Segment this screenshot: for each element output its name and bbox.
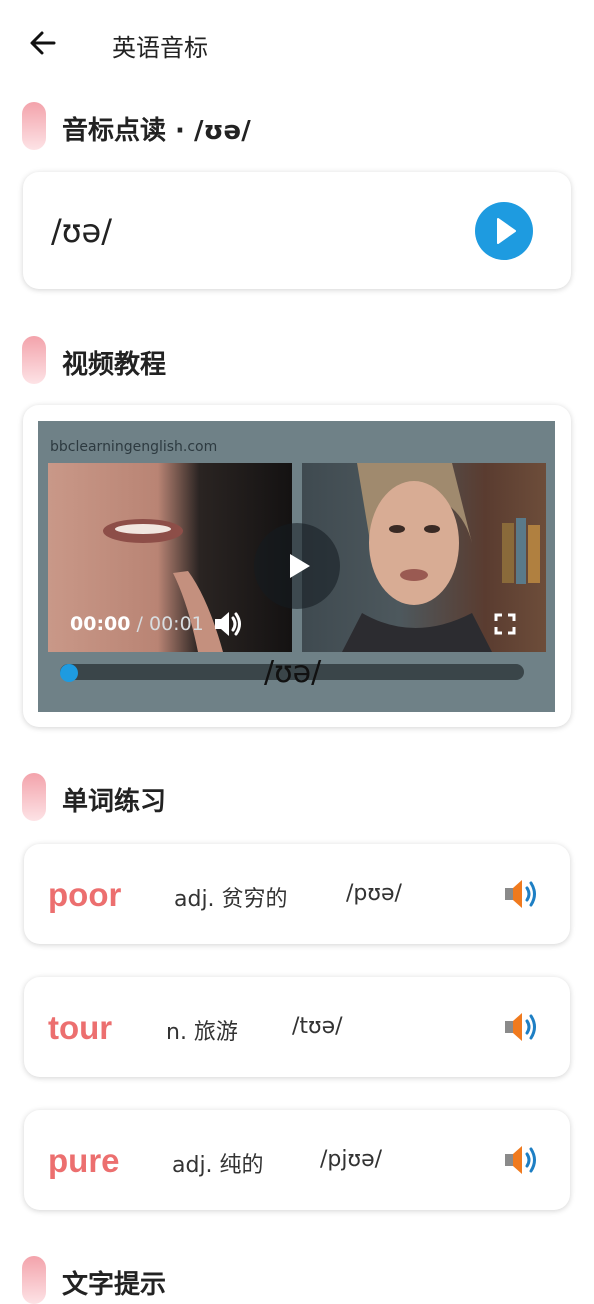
word-card[interactable]: poor adj. 贫穷的 /pʊə/ xyxy=(24,844,570,944)
word-text: tour xyxy=(48,1009,113,1046)
speaker-icon[interactable] xyxy=(502,876,542,912)
section-marker xyxy=(22,336,46,384)
word-text: poor xyxy=(48,876,122,913)
word-definition: adj. 纯的 xyxy=(172,1153,264,1178)
section-title-tips: 文字提示 xyxy=(62,1270,167,1300)
word-text: pure xyxy=(48,1142,120,1179)
fullscreen-icon[interactable] xyxy=(494,613,516,635)
play-symbol-button[interactable] xyxy=(475,202,533,260)
video-watermark: bbclearningenglish.com xyxy=(50,439,218,455)
speaker-icon[interactable] xyxy=(502,1142,542,1178)
section-marker xyxy=(22,1256,46,1304)
section-title-words: 单词练习 xyxy=(62,787,167,817)
section-title-symbol: 音标点读 · /ʊə/ xyxy=(62,116,251,146)
page-title: 英语音标 xyxy=(112,34,208,62)
video-time: 00:00 / 00:01 xyxy=(70,613,204,635)
play-icon xyxy=(290,554,310,578)
video-progress-knob[interactable] xyxy=(60,664,78,682)
speaker-icon[interactable] xyxy=(502,1009,542,1045)
symbol-card: /ʊə/ xyxy=(23,172,571,289)
symbol-text: /ʊə/ xyxy=(51,212,113,250)
section-marker xyxy=(22,102,46,150)
word-card[interactable]: pure adj. 纯的 /pjʊə/ xyxy=(24,1110,570,1210)
play-icon xyxy=(497,218,516,244)
word-definition: adj. 贫穷的 xyxy=(174,887,288,912)
word-phonetic: /pʊə/ xyxy=(346,881,402,906)
section-marker xyxy=(22,773,46,821)
word-card[interactable]: tour n. 旅游 /tʊə/ xyxy=(24,977,570,1077)
current-time: 00:00 xyxy=(70,613,131,635)
duration: 00:01 xyxy=(148,613,204,635)
video-player[interactable]: bbclearningenglish.com 00:00 / 00:01 /ʊə… xyxy=(38,421,555,712)
section-title-video: 视频教程 xyxy=(62,350,167,380)
video-play-button[interactable] xyxy=(254,523,340,609)
word-phonetic: /tʊə/ xyxy=(292,1014,343,1039)
time-separator: / xyxy=(136,613,143,635)
back-arrow-icon[interactable] xyxy=(26,26,60,60)
word-phonetic: /pjʊə/ xyxy=(320,1147,383,1172)
word-definition: n. 旅游 xyxy=(166,1020,238,1045)
video-caption: /ʊə/ xyxy=(264,655,322,690)
volume-icon[interactable] xyxy=(212,609,244,639)
